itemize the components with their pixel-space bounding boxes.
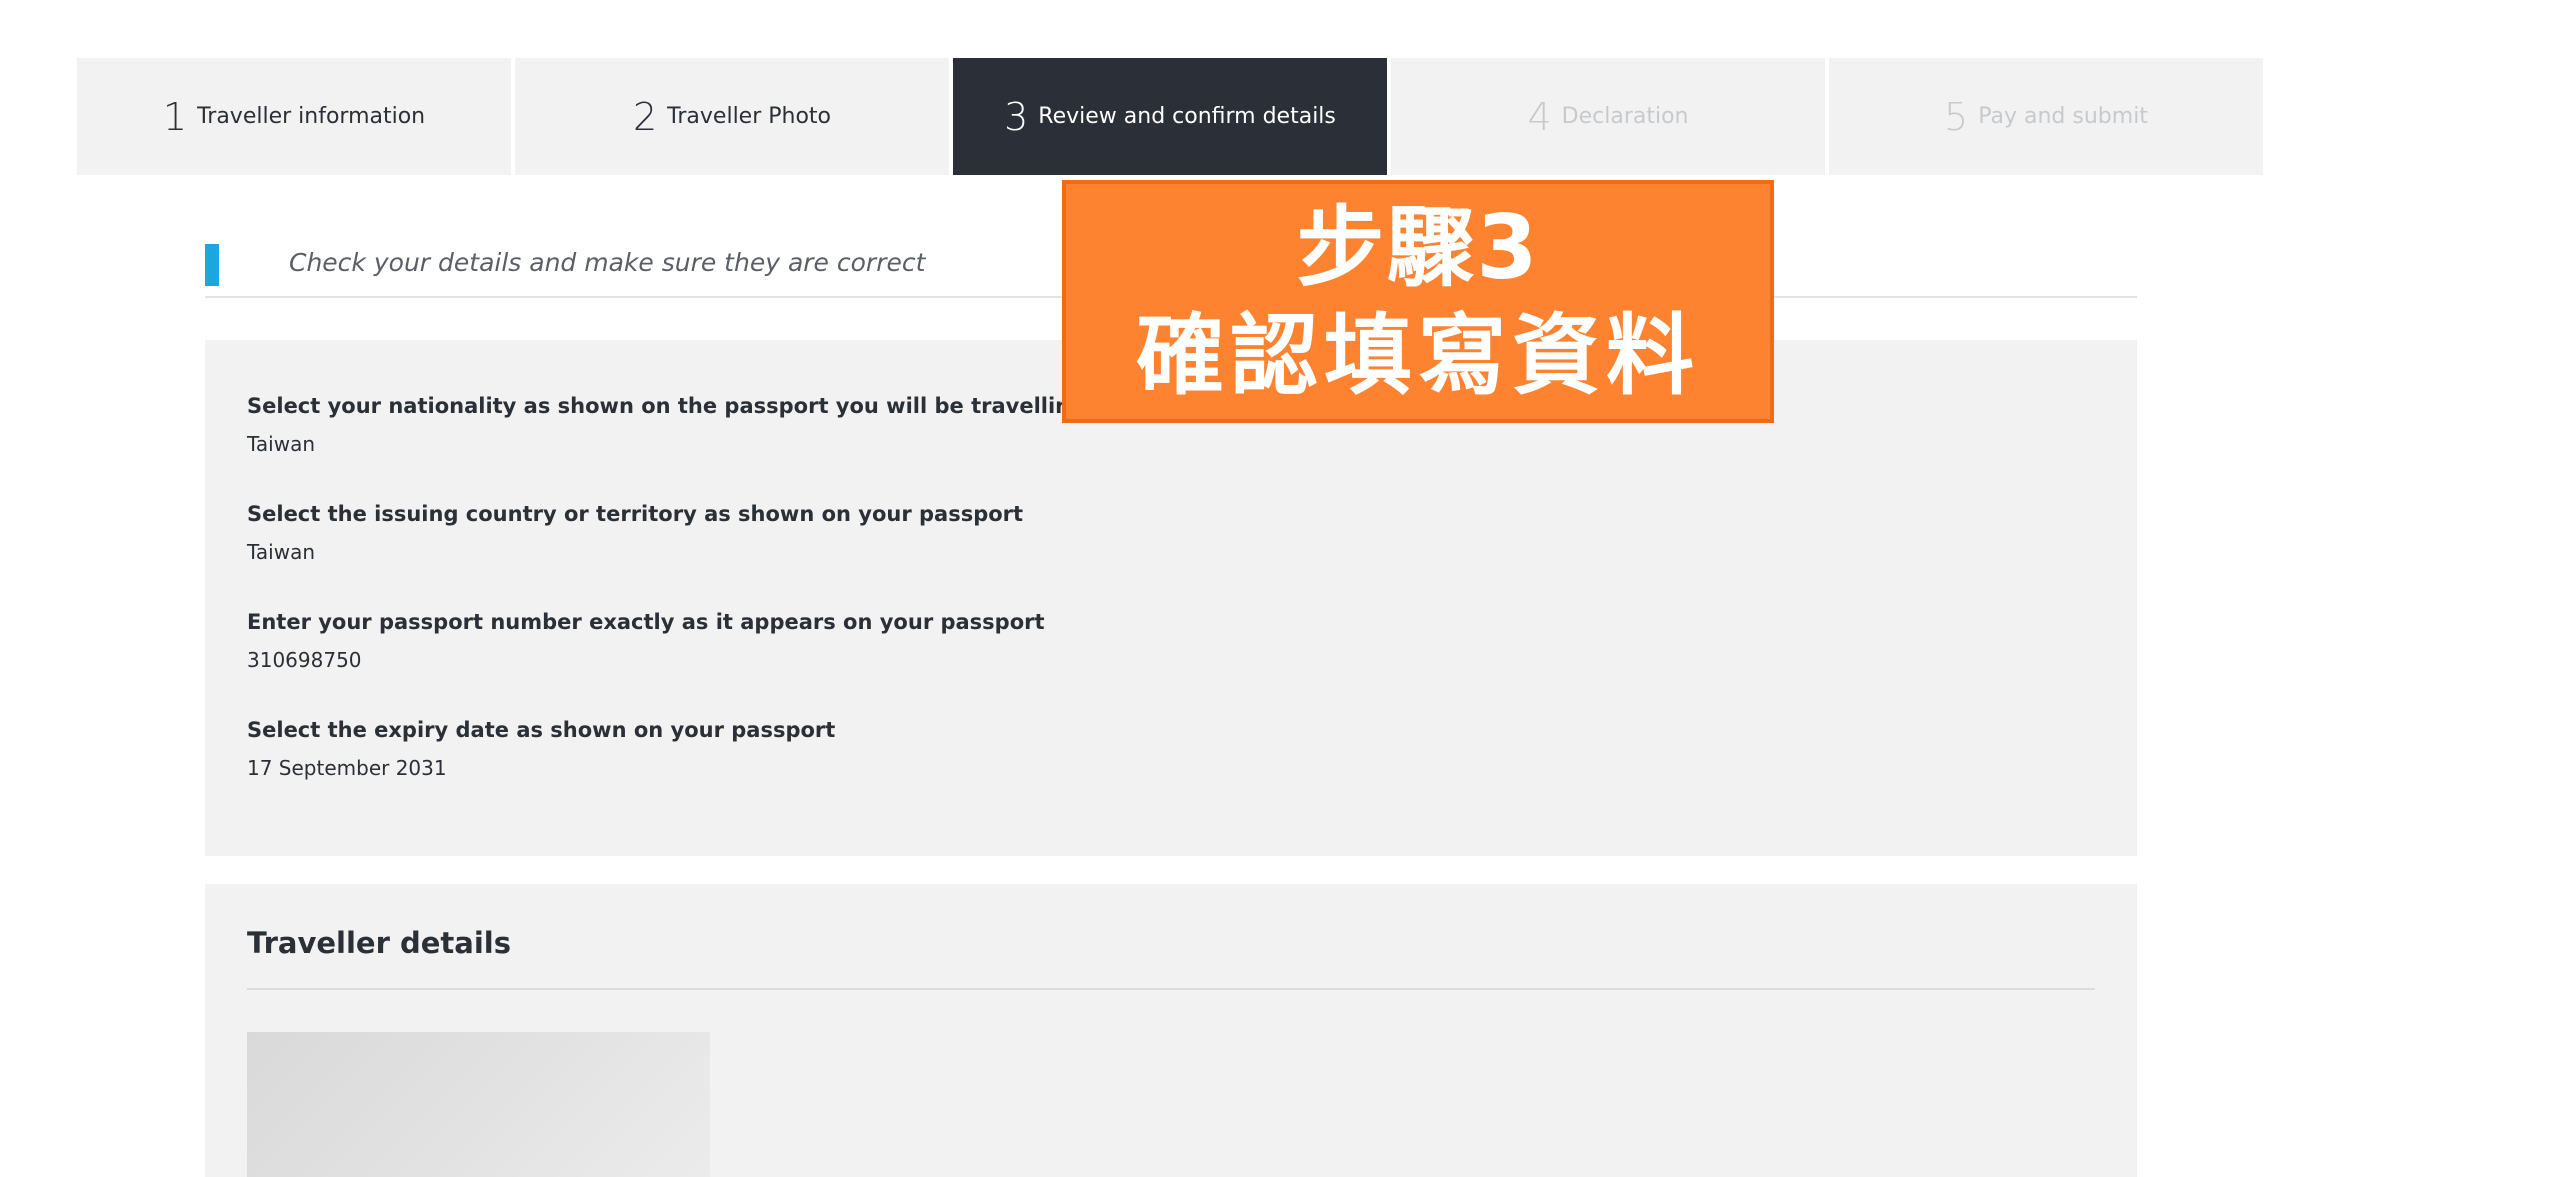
step-number: 3 (1004, 94, 1029, 139)
field-question: Select the expiry date as shown on your … (247, 718, 836, 742)
field-question: Select your nationality as shown on the … (247, 394, 1122, 418)
annotation-line-1: 步驟3 (1296, 195, 1540, 299)
expiry-date-field: Select the expiry date as shown on your … (247, 718, 835, 780)
step-pay-and-submit: 5 Pay and submit (1829, 58, 2263, 175)
field-answer: 17 September 2031 (247, 756, 447, 780)
field-question: Enter your passport number exactly as it… (247, 610, 1045, 634)
step-label: Pay and submit (1978, 104, 2148, 129)
traveller-photo (247, 1032, 710, 1177)
traveller-divider (247, 988, 2095, 990)
step-number: 1 (162, 94, 188, 139)
review-heading: Check your details and make sure they ar… (289, 248, 926, 277)
step-annotation-banner: 步驟3 確認填寫資料 (1062, 180, 1774, 423)
step-label: Review and confirm details (1038, 104, 1336, 129)
step-traveller-information[interactable]: 1 Traveller information (77, 58, 511, 175)
field-question: Select the issuing country or territory … (247, 502, 1024, 526)
nationality-field: Select your nationality as shown on the … (247, 394, 1122, 456)
field-answer: Taiwan (247, 540, 316, 564)
step-number: 5 (1944, 94, 1969, 139)
step-number: 2 (632, 94, 658, 139)
page: 1 Traveller information 2 Traveller Phot… (0, 0, 2560, 1177)
step-traveller-photo[interactable]: 2 Traveller Photo (515, 58, 949, 175)
annotation-line-2: 確認填寫資料 (1135, 303, 1700, 407)
field-answer: Taiwan (247, 432, 316, 456)
progress-stepper: 1 Traveller information 2 Traveller Phot… (77, 58, 2267, 175)
step-label: Traveller Photo (667, 104, 832, 129)
step-review-and-confirm[interactable]: 3 Review and confirm details (953, 58, 1387, 175)
step-number: 4 (1527, 94, 1552, 139)
passport-number-field: Enter your passport number exactly as it… (247, 610, 1045, 672)
traveller-details-panel: Traveller details (205, 884, 2137, 1177)
heading-accent-bar (205, 244, 219, 286)
step-label: Declaration (1561, 104, 1689, 129)
step-declaration: 4 Declaration (1391, 58, 1825, 175)
issuing-country-field: Select the issuing country or territory … (247, 502, 1023, 564)
step-label: Traveller information (197, 104, 426, 129)
traveller-details-title: Traveller details (247, 926, 511, 960)
field-answer: 310698750 (247, 648, 362, 672)
